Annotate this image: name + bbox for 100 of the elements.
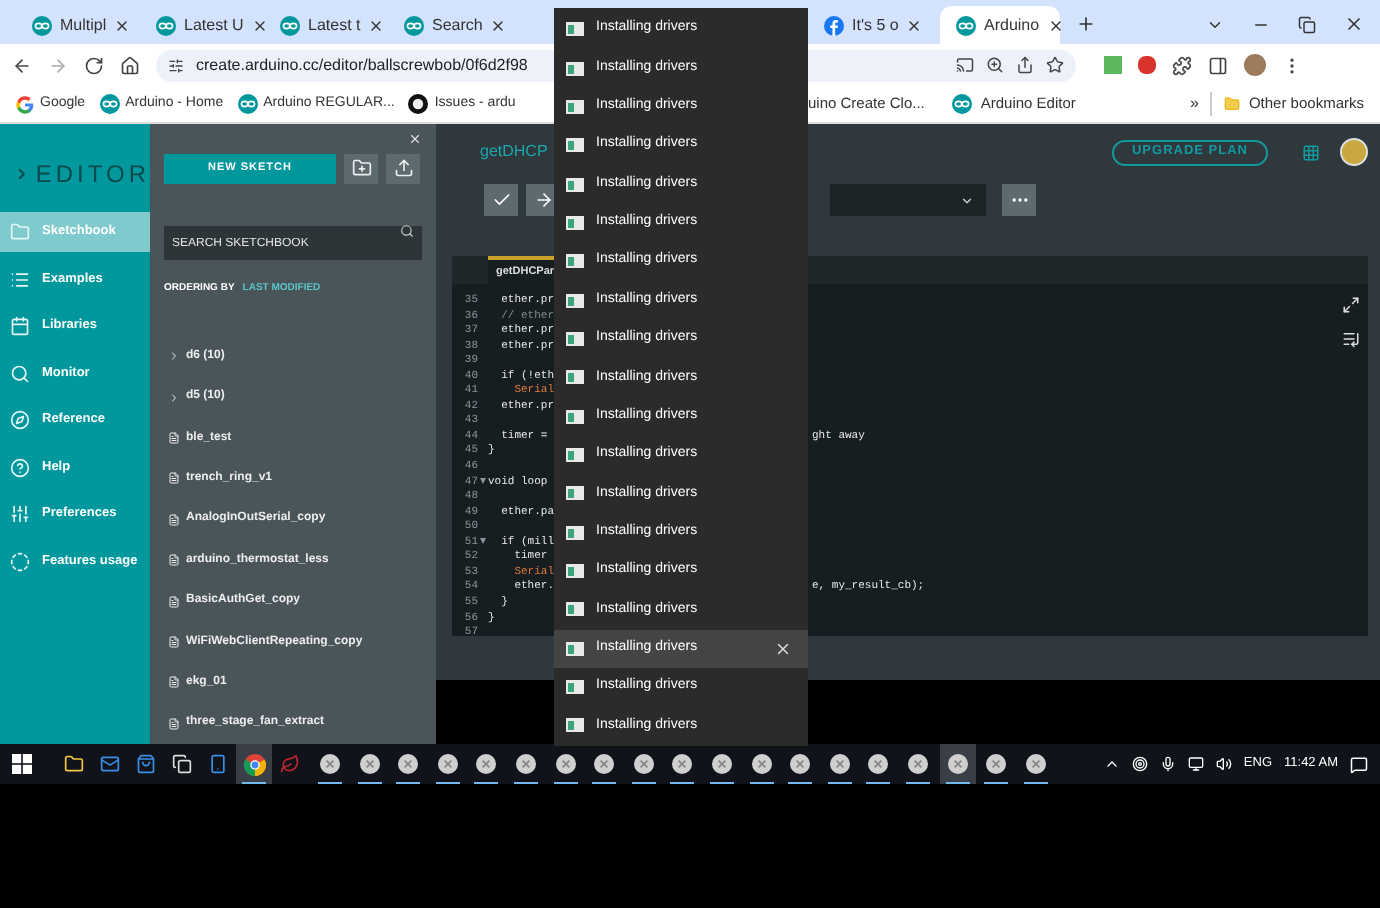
check-icon [491,190,511,210]
mail-icon [100,754,120,774]
verify-button[interactable] [484,184,518,216]
circle-x-icon [633,754,654,774]
site-info-icon[interactable] [168,57,184,73]
circle-x-icon [790,754,811,774]
chevron-icon [14,164,30,184]
tab-title: Arduino [984,13,1040,37]
upload-icon [393,158,413,179]
window-icon [566,447,584,462]
apps-grid-icon[interactable] [1302,143,1320,161]
close-icon[interactable] [906,17,923,33]
close-icon[interactable] [1047,17,1064,33]
zoom-icon[interactable] [986,56,1004,74]
circle-x-icon [986,754,1007,774]
more-bookmarks-button[interactable]: » [1190,92,1199,116]
user-avatar[interactable] [1340,138,1368,166]
circle-x-icon [594,754,615,774]
window-icon [566,99,584,114]
close-icon[interactable] [490,17,507,33]
circle-x-icon [398,754,419,774]
fold-icon[interactable] [480,538,486,545]
close-icon[interactable] [251,17,268,33]
infinity-logo-icon [237,94,258,114]
cat-logo-icon [408,94,429,114]
mic-icon[interactable] [1159,756,1176,772]
file-icon [168,717,180,730]
circle-icon [10,551,30,571]
browser-tab[interactable]: Arduino [940,6,1060,44]
target-icon[interactable] [1131,756,1148,772]
chevron-up-icon[interactable] [1103,756,1120,772]
cast-icon[interactable] [956,56,974,74]
window-icon [566,563,584,578]
network-icon[interactable] [1187,756,1204,772]
notification-icon[interactable] [1350,755,1368,773]
window-icon [566,215,584,230]
sketch-title: getDHCP [480,140,548,164]
close-icon[interactable] [1344,14,1364,34]
share-icon[interactable] [1016,56,1034,74]
search-icon[interactable] [400,223,414,238]
infinity-logo-icon [156,15,176,35]
chevron-icon [168,350,180,363]
new-tab-icon[interactable] [1076,14,1096,34]
search-icon [10,363,30,383]
window-icon [566,22,584,37]
upload-button[interactable] [386,154,420,184]
circle-x-icon [1025,754,1046,774]
infinity-logo-icon [280,15,300,35]
chrome-logo-icon [243,753,265,775]
browser-tab[interactable]: It's 5 o [808,6,928,44]
circle-x-icon [515,754,536,774]
circle-x-icon [555,754,576,774]
circle-x-icon [947,754,967,774]
infinity-logo-icon [956,15,976,35]
url-text: create.arduino.cc/editor/ballscrewbob/0f6d2f98 [196,53,528,77]
puzzle-icon[interactable] [1172,55,1192,75]
caret-icon [960,193,974,207]
reload-icon[interactable] [84,55,104,75]
browser-tab[interactable]: Search [388,6,508,44]
infinity-logo-icon [32,15,52,35]
more-button[interactable] [1002,184,1036,216]
close-icon[interactable] [368,17,385,33]
star-icon[interactable] [1046,56,1064,74]
fold-icon[interactable] [480,477,486,484]
browser-tab[interactable]: Multipl [16,6,136,44]
circle-x-icon [359,754,380,774]
window-icon [566,138,584,153]
volume-icon[interactable] [1215,756,1232,772]
console-icon[interactable] [1342,330,1360,348]
side-panel-icon[interactable] [1208,55,1228,75]
tab-title: Multipl [60,13,107,37]
taskbar-app[interactable] [939,744,975,784]
windows-logo-icon[interactable] [12,754,32,774]
close-icon[interactable] [774,639,792,658]
list-icon [10,269,30,289]
close-icon[interactable] [114,17,131,33]
file-icon [168,432,180,445]
compass-icon [10,410,30,430]
new-folder-button[interactable] [344,154,378,184]
expand-icon[interactable] [1342,296,1360,314]
home-icon[interactable] [120,55,140,75]
tab-title: Search [432,13,483,37]
infinity-logo-icon [404,15,424,35]
file-icon [168,554,180,567]
window-icon [566,525,584,540]
window-icon [566,409,584,424]
cards-icon [172,754,192,774]
folder-icon [10,222,30,242]
restore-icon[interactable] [1298,15,1316,33]
file-icon [168,513,180,526]
circle-x-icon [829,754,850,774]
folder-icon [1224,96,1241,112]
browser-tab[interactable]: Latest t [264,6,384,44]
browser-tab[interactable]: Latest U [140,6,260,44]
arrow-right-icon [533,190,553,210]
profile-avatar[interactable] [1244,54,1266,76]
taskbar-app[interactable] [236,744,272,784]
sliders-icon [10,504,30,524]
file-icon [168,595,180,608]
back-icon[interactable] [12,55,32,75]
